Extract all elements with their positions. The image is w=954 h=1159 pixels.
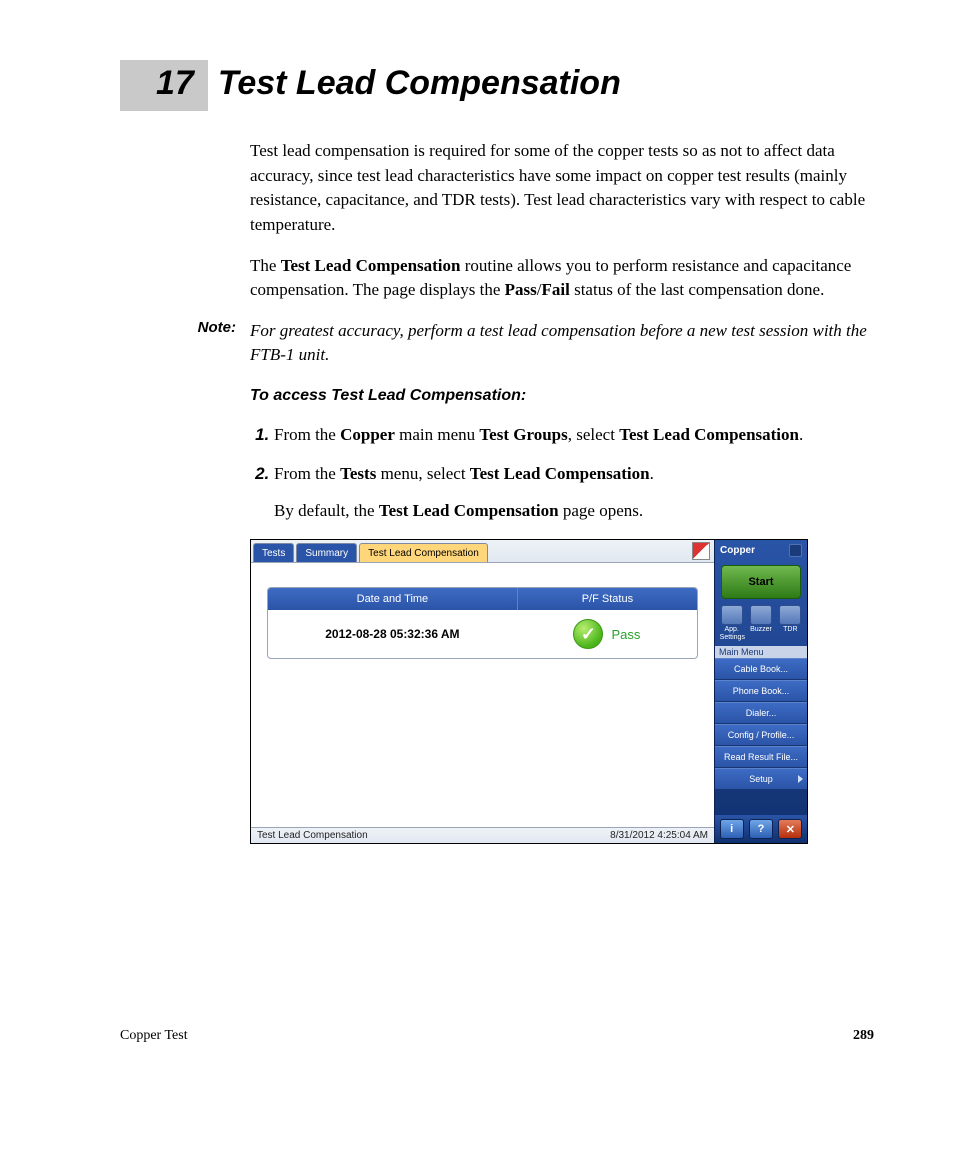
step-1: From the Copper main menu Test Groups, s… [274, 423, 874, 448]
menu-read-result-file[interactable]: Read Result File... [715, 746, 807, 768]
tab-test-lead-compensation[interactable]: Test Lead Compensation [359, 543, 488, 562]
app-settings-button[interactable]: App. Settings [720, 605, 744, 641]
page-footer: Copper Test 289 [120, 1028, 874, 1044]
menu-cable-book[interactable]: Cable Book... [715, 658, 807, 680]
status-text: Pass [611, 627, 640, 642]
paragraph-2: The Test Lead Compensation routine allow… [250, 254, 874, 303]
check-icon: ✓ [573, 619, 603, 649]
menu-phone-book[interactable]: Phone Book... [715, 680, 807, 702]
info-button[interactable]: i [720, 819, 744, 839]
status-left: Test Lead Compensation [257, 830, 610, 841]
tdr-button[interactable]: TDR [778, 605, 802, 641]
note-body: For greatest accuracy, perform a test le… [250, 319, 874, 368]
status-bar: Test Lead Compensation 8/31/2012 4:25:04… [251, 827, 714, 843]
footer-left: Copper Test [120, 1028, 188, 1044]
tab-tests[interactable]: Tests [253, 543, 294, 562]
tab-bar: Tests Summary Test Lead Compensation [251, 540, 714, 563]
chapter-title: Test Lead Compensation [218, 64, 621, 103]
menu-dialer[interactable]: Dialer... [715, 702, 807, 724]
menu-header: Main Menu [715, 646, 807, 658]
screenshot: Tests Summary Test Lead Compensation Dat… [250, 539, 808, 844]
page-number: 289 [853, 1028, 874, 1044]
close-button[interactable]: ✕ [778, 819, 802, 839]
chevron-right-icon [798, 775, 803, 783]
buzzer-button[interactable]: Buzzer [749, 605, 773, 641]
gear-icon [721, 605, 743, 625]
cell-status: ✓ Pass [517, 619, 697, 649]
start-button[interactable]: Start [721, 565, 801, 599]
step-2: From the Tests menu, select Test Lead Co… [274, 462, 874, 523]
chapter-number: 17 [120, 60, 208, 111]
side-panel: Copper Start App. Settings Buzzer TDR Ma… [714, 540, 807, 843]
menu-setup[interactable]: Setup [715, 768, 807, 790]
tab-summary[interactable]: Summary [296, 543, 357, 562]
col-header-datetime: Date and Time [268, 588, 518, 610]
side-toggle-icon[interactable] [789, 544, 802, 557]
cell-datetime: 2012-08-28 05:32:36 AM [268, 627, 517, 641]
col-header-pf: P/F Status [518, 588, 697, 610]
status-right: 8/31/2012 4:25:04 AM [610, 830, 708, 841]
note-label: Note: [120, 319, 250, 368]
speaker-icon [750, 605, 772, 625]
note: Note: For greatest accuracy, perform a t… [120, 319, 874, 368]
menu-config-profile[interactable]: Config / Profile... [715, 724, 807, 746]
step-2-after: By default, the Test Lead Compensation p… [274, 499, 874, 524]
subheading: To access Test Lead Compensation: [250, 384, 874, 407]
flag-icon[interactable] [692, 542, 710, 560]
side-title: Copper [720, 545, 755, 556]
result-table: Date and Time P/F Status 2012-08-28 05:3… [267, 587, 698, 659]
help-button[interactable]: ? [749, 819, 773, 839]
paragraph-1: Test lead compensation is required for s… [250, 139, 874, 238]
chapter-header: 17 Test Lead Compensation [120, 60, 874, 111]
wave-icon [779, 605, 801, 625]
